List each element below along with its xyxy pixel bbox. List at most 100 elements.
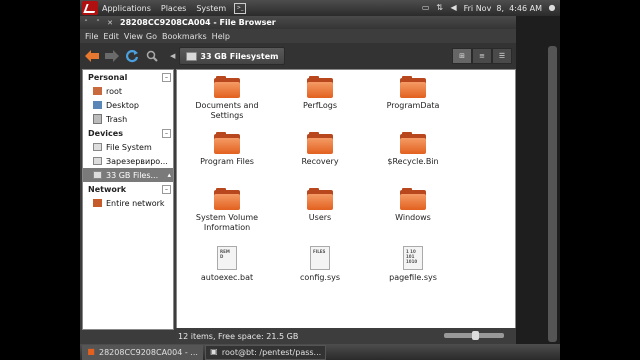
section-title: Devices bbox=[88, 128, 123, 138]
file-name-label: autoexec.bat bbox=[200, 273, 254, 282]
text-file-icon: REM D bbox=[217, 246, 237, 270]
home-folder-icon bbox=[93, 87, 102, 95]
file-name-label: Users bbox=[308, 213, 332, 222]
collapse-icon[interactable]: – bbox=[162, 184, 171, 194]
menu-bookmarks[interactable]: Bookmarks bbox=[162, 32, 207, 41]
file-name-label: Documents and Settings bbox=[195, 101, 259, 120]
window-list-icon[interactable]: ▭ bbox=[422, 4, 430, 12]
zoom-slider-handle[interactable] bbox=[472, 331, 479, 340]
folder-icon bbox=[307, 188, 333, 210]
folder-icon bbox=[214, 132, 240, 154]
terminal-launcher-icon[interactable]: >_ bbox=[234, 2, 247, 14]
list-view-icon[interactable]: ≡ bbox=[472, 48, 492, 64]
sidebar-section-personal[interactable]: Personal – bbox=[83, 70, 173, 84]
sidebar-section-devices[interactable]: Devices – bbox=[83, 126, 173, 140]
folder-item[interactable]: Recovery bbox=[274, 132, 366, 167]
minimize-icon[interactable]: ˄ bbox=[80, 19, 92, 27]
folder-icon bbox=[400, 188, 426, 210]
network-icon bbox=[93, 199, 102, 207]
sidebar-item-reserved[interactable]: Зарезервиро... bbox=[83, 154, 173, 168]
reload-icon[interactable] bbox=[124, 48, 140, 64]
close-icon[interactable]: ✕ bbox=[104, 19, 116, 27]
sidebar-item-label: Desktop bbox=[106, 100, 139, 110]
file-name-label: pagefile.sys bbox=[389, 273, 437, 282]
applications-menu[interactable]: Applications bbox=[102, 4, 151, 13]
section-title: Personal bbox=[88, 72, 128, 82]
sidebar-item-33gb-filesystem[interactable]: 33 GB Files... ▴ bbox=[83, 168, 173, 182]
task-label: 28208CC9208CA004 - ... bbox=[99, 347, 198, 357]
folder-icon bbox=[400, 76, 426, 98]
menu-edit[interactable]: Edit bbox=[103, 32, 119, 41]
file-name-label: ProgramData bbox=[386, 101, 440, 110]
system-menu[interactable]: System bbox=[196, 4, 226, 13]
zoom-slider[interactable] bbox=[444, 331, 504, 340]
path-label: 33 GB Filesystem bbox=[200, 51, 279, 61]
file-item[interactable]: REM D autoexec.bat bbox=[181, 246, 273, 283]
menu-view[interactable]: View bbox=[124, 32, 143, 41]
eject-icon[interactable]: ▴ bbox=[167, 171, 171, 179]
icon-view-icon[interactable]: ⊞ bbox=[452, 48, 472, 64]
drive-icon bbox=[93, 157, 102, 165]
file-name-label: PerfLogs bbox=[302, 101, 338, 110]
compact-view-icon[interactable]: ☰ bbox=[492, 48, 512, 64]
volume-icon[interactable]: ◀ bbox=[450, 4, 458, 12]
task-file-browser[interactable]: ■ 28208CC9208CA004 - ... bbox=[82, 344, 203, 360]
clock[interactable]: Fri Nov 8, 4:46 AM bbox=[464, 4, 542, 13]
scrollbar[interactable] bbox=[548, 46, 557, 342]
back-arrow-icon[interactable] bbox=[84, 48, 100, 64]
task-terminal[interactable]: ▣ root@bt: /pentest/pass... bbox=[204, 344, 327, 360]
file-item[interactable]: 1 10 101 1010 pagefile.sys bbox=[367, 246, 459, 283]
sidebar-item-trash[interactable]: Trash bbox=[83, 112, 173, 126]
terminal-icon: ▣ bbox=[210, 347, 218, 356]
folder-icon bbox=[307, 76, 333, 98]
folder-item[interactable]: $Recycle.Bin bbox=[367, 132, 459, 167]
path-left-arrow-icon[interactable]: ◀ bbox=[170, 52, 175, 60]
folder-item[interactable]: ProgramData bbox=[367, 76, 459, 111]
file-item[interactable]: FILES config.sys bbox=[274, 246, 366, 283]
sidebar-section-network[interactable]: Network – bbox=[83, 182, 173, 196]
view-switcher: ⊞ ≡ ☰ bbox=[452, 48, 512, 64]
folder-item[interactable]: Users bbox=[274, 188, 366, 223]
collapse-icon[interactable]: – bbox=[162, 72, 171, 82]
drive-icon bbox=[93, 171, 102, 179]
file-name-label: Program Files bbox=[200, 157, 254, 166]
text-file-icon: 1 10 101 1010 bbox=[403, 246, 423, 270]
user-icon[interactable]: ● bbox=[548, 4, 556, 12]
top-panel: Applications Places System >_ ▭ ⇅ ◀ Fri … bbox=[80, 0, 560, 16]
status-bar: 12 items, Free space: 21.5 GB bbox=[176, 328, 516, 344]
bottom-panel: ■ 28208CC9208CA004 - ... ▣ root@bt: /pen… bbox=[80, 344, 560, 360]
drive-icon bbox=[93, 143, 102, 151]
sidebar-item-entire-network[interactable]: Entire network bbox=[83, 196, 173, 210]
trash-icon bbox=[93, 114, 102, 124]
file-name-label: config.sys bbox=[299, 273, 341, 282]
network-status-icon[interactable]: ⇅ bbox=[436, 4, 444, 12]
backtrack-logo-icon[interactable] bbox=[82, 1, 98, 15]
sidebar-item-file-system[interactable]: File System bbox=[83, 140, 173, 154]
folder-icon bbox=[307, 132, 333, 154]
path-button[interactable]: 33 GB Filesystem bbox=[179, 47, 286, 65]
menu-help[interactable]: Help bbox=[212, 32, 230, 41]
sidebar-item-label: Зарезервиро... bbox=[106, 156, 168, 166]
sidebar-item-label: 33 GB Files... bbox=[106, 170, 159, 180]
sidebar-item-label: Trash bbox=[106, 114, 128, 124]
folder-item[interactable]: Windows bbox=[367, 188, 459, 223]
menu-go[interactable]: Go bbox=[146, 32, 157, 41]
folder-item[interactable]: Program Files bbox=[181, 132, 273, 167]
menu-file[interactable]: File bbox=[85, 32, 98, 41]
window-titlebar[interactable]: ˄ ˅ ✕ 28208CC9208CA004 - File Browser bbox=[80, 16, 516, 29]
folder-item[interactable]: System Volume Information bbox=[181, 188, 273, 233]
sidebar-item-root[interactable]: root bbox=[83, 84, 173, 98]
maximize-icon[interactable]: ˅ bbox=[92, 19, 104, 27]
forward-arrow-icon[interactable] bbox=[104, 48, 120, 64]
section-title: Network bbox=[88, 184, 127, 194]
search-icon[interactable] bbox=[144, 48, 160, 64]
sidebar-item-label: root bbox=[106, 86, 123, 96]
folder-icon bbox=[214, 188, 240, 210]
file-icon-view[interactable]: Documents and Settings PerfLogs ProgramDat… bbox=[176, 69, 516, 330]
sidebar-item-desktop[interactable]: Desktop bbox=[83, 98, 173, 112]
folder-item[interactable]: Documents and Settings bbox=[181, 76, 273, 121]
collapse-icon[interactable]: – bbox=[162, 128, 171, 138]
folder-item[interactable]: PerfLogs bbox=[274, 76, 366, 111]
places-menu[interactable]: Places bbox=[161, 4, 186, 13]
file-name-label: Windows bbox=[395, 213, 431, 222]
